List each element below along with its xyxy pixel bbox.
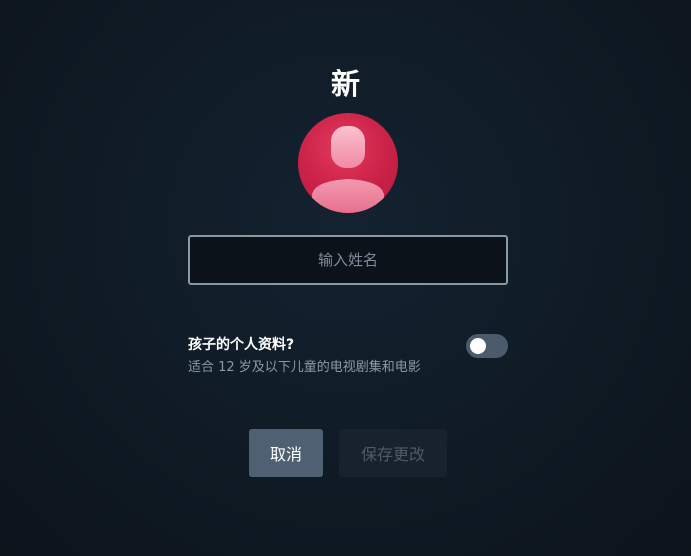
user-silhouette-icon <box>312 126 384 213</box>
save-button[interactable]: 保存更改 <box>339 429 447 477</box>
toggle-knob <box>470 338 486 354</box>
kids-profile-label: 孩子的个人资料? <box>188 337 295 353</box>
page-title: 新 <box>330 67 360 101</box>
name-input[interactable] <box>188 235 508 285</box>
avatar[interactable] <box>298 113 398 213</box>
cancel-button[interactable]: 取消 <box>249 429 323 477</box>
kids-profile-description: 适合 12 岁及以下儿童的电视剧集和电影 <box>188 360 421 375</box>
new-profile-screen: 新 孩子的个人资料? 适合 12 岁及以下儿童的电视剧集和电影 取消 保存更改 <box>0 0 691 556</box>
kids-profile-toggle[interactable] <box>466 334 508 358</box>
